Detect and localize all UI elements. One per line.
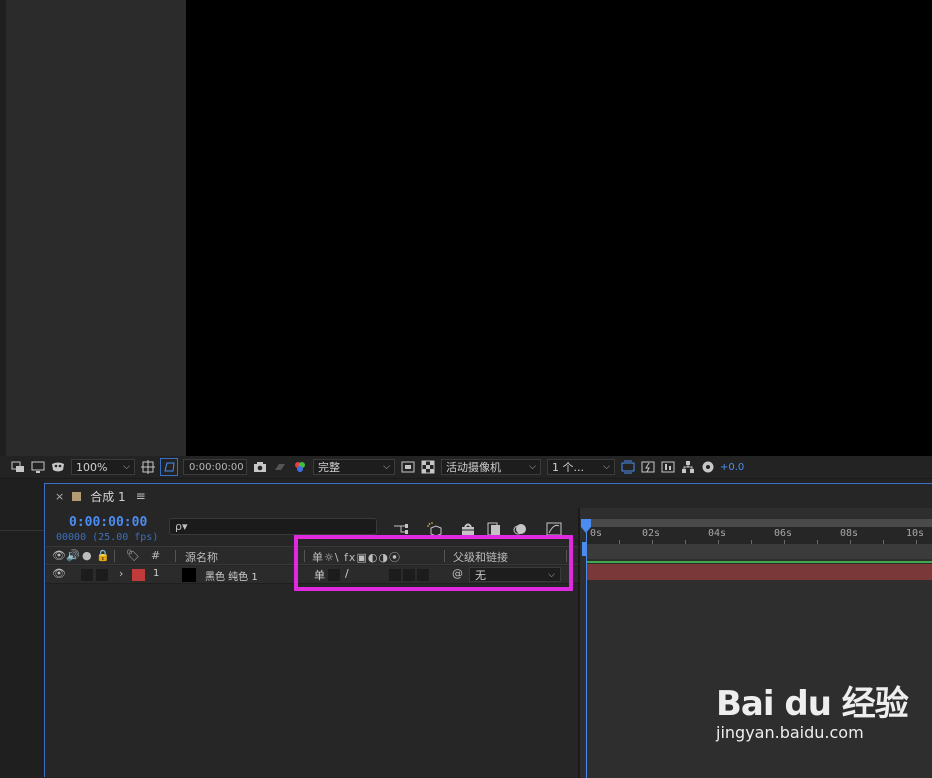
lock-toggle[interactable]	[96, 569, 108, 581]
label-tag-icon[interactable]: 🏷	[126, 549, 140, 562]
ruler-tick	[619, 540, 620, 544]
chevron-down-icon: ⌵	[383, 462, 390, 472]
video-switch-icon[interactable]: 👁	[52, 549, 66, 562]
ruler-tick	[652, 540, 653, 544]
comp-duration-bar	[586, 545, 932, 559]
layer-number-header[interactable]: #	[151, 549, 160, 562]
eye-icon[interactable]: 👁	[52, 567, 66, 580]
ruler-tick	[916, 540, 917, 544]
watermark-url: jingyan.baidu.com	[716, 723, 864, 742]
ruler-tick	[784, 540, 785, 544]
chevron-down-icon: ⌵	[529, 462, 536, 472]
timeline-icon[interactable]	[660, 459, 676, 475]
ruler-tick	[817, 540, 818, 544]
chevron-down-icon: ⌵	[123, 462, 130, 472]
channel-rgb-icon[interactable]	[292, 459, 308, 475]
dock-divider	[0, 530, 44, 531]
monitor-icon[interactable]	[30, 459, 46, 475]
layer-name[interactable]: 黑色 纯色 1	[205, 568, 258, 583]
work-area-bar[interactable]	[586, 519, 932, 527]
transparency-grid-icon[interactable]	[420, 459, 436, 475]
view-layout-value: 1 个...	[552, 461, 584, 474]
resolution-value: 完整	[318, 461, 340, 474]
current-time-indicator-icon[interactable]	[581, 519, 591, 533]
reset-exposure-icon[interactable]	[700, 459, 716, 475]
grid-guides-icon[interactable]	[140, 459, 156, 475]
panel-edge	[0, 0, 6, 456]
solid-thumbnail	[182, 568, 196, 582]
comp-color-swatch	[72, 491, 82, 501]
close-icon[interactable]: ×	[55, 490, 64, 503]
camera-value: 活动摄像机	[446, 461, 501, 474]
ruler-label: 10s	[906, 528, 925, 539]
ruler-tick	[850, 540, 851, 544]
ruler-label: 0s	[590, 528, 603, 539]
show-snapshot-icon[interactable]	[272, 459, 288, 475]
column-separator[interactable]	[114, 550, 115, 562]
camera-snapshot-icon[interactable]	[252, 459, 268, 475]
work-area-start-handle[interactable]	[582, 542, 586, 556]
always-preview-icon[interactable]	[10, 459, 26, 475]
magnification-value: 100%	[76, 460, 108, 474]
solo-switch-icon[interactable]: ●	[82, 549, 92, 562]
fast-previews-icon[interactable]	[640, 459, 656, 475]
tab-title[interactable]: 合成 1	[90, 488, 125, 505]
current-time-display[interactable]: 0:00:00:00	[69, 515, 147, 530]
project-panel	[0, 0, 186, 456]
ruler-label: 06s	[774, 528, 793, 539]
layer-index: 1	[153, 568, 160, 579]
layer-duration-bar[interactable]	[586, 564, 932, 580]
mask-visibility-icon[interactable]	[50, 459, 66, 475]
watermark-logo: Bai du 经验	[716, 684, 909, 724]
audio-switch-icon[interactable]: 🔊	[66, 549, 80, 562]
chevron-down-icon: ⌵	[603, 462, 610, 472]
chevron-right-icon[interactable]: ›	[119, 567, 123, 580]
ruler-tick	[718, 540, 719, 544]
ruler-label: 02s	[642, 528, 661, 539]
lock-switch-icon[interactable]: 🔒	[96, 549, 110, 562]
ruler-tick	[751, 540, 752, 544]
panel-menu-icon[interactable]: ≡	[136, 489, 146, 503]
view-layout-select[interactable]: 1 个... ⌵	[547, 459, 615, 475]
search-icon: ρ▾	[175, 520, 188, 533]
ruler-label: 08s	[840, 528, 859, 539]
flowchart-icon[interactable]	[680, 459, 696, 475]
ruler-tick	[685, 540, 686, 544]
exposure-value[interactable]: +0.0	[720, 462, 744, 473]
render-cache-bar	[586, 561, 932, 563]
baidu-watermark: Bai du 经验 jingyan.baidu.com	[716, 676, 909, 742]
viewer-timecode[interactable]: 0:00:00:00	[183, 459, 247, 475]
viewer-toolbar: 100% ⌵ 0:00:00:00 完整 ⌵ 活动摄像机 ⌵ 1 个... ⌵	[0, 456, 932, 479]
left-dock	[0, 479, 44, 777]
column-separator[interactable]	[175, 550, 176, 562]
camera-select[interactable]: 活动摄像机 ⌵	[441, 459, 541, 475]
annotation-highlight-box	[294, 535, 573, 591]
magnification-select[interactable]: 100% ⌵	[71, 459, 135, 475]
layer-label-color[interactable]	[132, 569, 145, 581]
resolution-select[interactable]: 完整 ⌵	[313, 459, 395, 475]
layer-search-input[interactable]: ρ▾	[169, 518, 377, 535]
ruler-tick	[883, 540, 884, 544]
frame-fps-display: 00000 (25.00 fps)	[56, 532, 159, 543]
mask-path-icon[interactable]	[160, 458, 178, 476]
source-name-header[interactable]: 源名称	[185, 549, 218, 565]
solo-toggle[interactable]	[81, 569, 93, 581]
composition-viewer[interactable]	[186, 0, 932, 456]
panel-tab[interactable]: × 合成 1 ≡	[45, 484, 932, 508]
toggle-pixel-aspect-icon[interactable]	[620, 459, 636, 475]
ruler-label: 04s	[708, 528, 727, 539]
region-of-interest-icon[interactable]	[400, 459, 416, 475]
time-ruler[interactable]: 0s 02s 04s 06s 08s 10s	[586, 527, 932, 545]
current-time-indicator-line[interactable]	[586, 526, 587, 778]
